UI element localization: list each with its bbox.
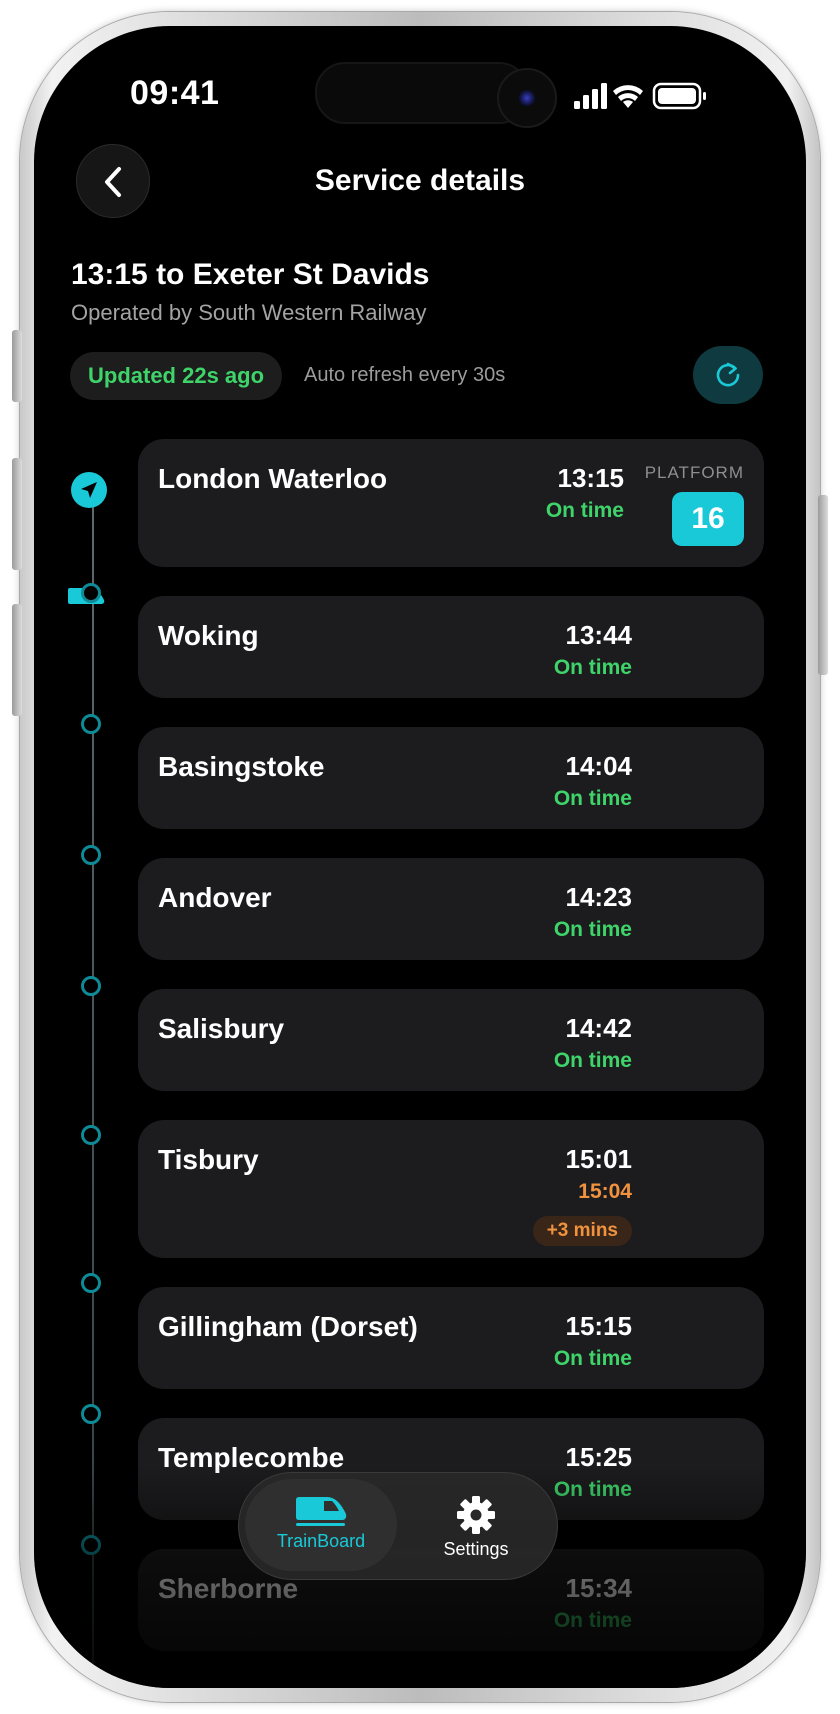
auto-refresh-text: Auto refresh every 30s <box>304 364 506 386</box>
battery-icon <box>652 82 706 110</box>
scheduled-time: 15:34 <box>565 1573 633 1603</box>
timeline-dot <box>81 583 101 603</box>
operator-text: Operated by South Western Railway <box>71 300 427 325</box>
stop-card-tisbury[interactable]: Tisbury 15:01 15:04 +3 mins <box>138 1120 764 1258</box>
timeline-dot <box>81 845 101 865</box>
stop-card-basingstoke[interactable]: Basingstoke 14:04 On time <box>138 727 764 829</box>
status-text: On time <box>553 1049 632 1072</box>
origin-node <box>71 472 107 508</box>
wifi-icon <box>613 85 643 108</box>
platform-label: PLATFORM <box>644 463 744 482</box>
train-icon <box>296 1497 347 1526</box>
delay-badge: +3 mins <box>532 1216 632 1246</box>
station-name: Woking <box>158 620 259 651</box>
action-button <box>12 330 22 402</box>
timeline-dot <box>81 976 101 996</box>
station-name: Basingstoke <box>158 751 325 782</box>
station-name: London Waterloo <box>158 463 388 494</box>
scheduled-time: 15:01 <box>565 1144 633 1174</box>
stop-card-london-waterloo[interactable]: London Waterloo 13:15 On time PLATFORM 1… <box>138 439 764 567</box>
expected-time: 15:04 <box>578 1180 632 1203</box>
stop-card-salisbury[interactable]: Salisbury 14:42 On time <box>138 989 764 1091</box>
timeline-dot <box>81 1125 101 1145</box>
status-text: On time <box>553 656 632 679</box>
station-name: Tisbury <box>158 1144 259 1175</box>
status-text: On time <box>553 1478 632 1501</box>
tab-label: TrainBoard <box>276 1531 366 1551</box>
station-name: Salisbury <box>158 1013 285 1044</box>
camera <box>497 68 557 128</box>
status-text: On time <box>545 499 624 522</box>
station-name: Templecombe <box>158 1442 345 1473</box>
scheduled-time: 14:23 <box>565 882 633 912</box>
screen: 09:41 Service details 13:15 to Exeter St… <box>34 26 806 1688</box>
status-icons <box>574 82 706 110</box>
station-name: Gillingham (Dorset) <box>158 1311 418 1342</box>
scheduled-time: 15:15 <box>565 1311 633 1341</box>
status-text: On time <box>553 1609 632 1632</box>
timeline-dot <box>81 714 101 734</box>
tab-settings[interactable]: Settings <box>403 1479 549 1571</box>
volume-up-button <box>12 458 22 570</box>
refresh-button[interactable] <box>693 346 763 404</box>
scheduled-time: 13:15 <box>557 463 625 493</box>
scheduled-time: 13:44 <box>565 620 633 650</box>
volume-down-button <box>12 604 22 716</box>
timeline-dot <box>81 1273 101 1293</box>
status-text: On time <box>553 1347 632 1370</box>
navigation-arrow-icon <box>81 482 97 498</box>
page-title: Service details <box>314 164 526 197</box>
tab-bar: TrainBoard Settings <box>238 1472 558 1580</box>
gear-icon <box>457 1496 495 1534</box>
status-text: On time <box>553 918 632 941</box>
timeline-dot <box>81 1404 101 1424</box>
tab-label: Settings <box>443 1539 509 1559</box>
status-time: 09:41 <box>130 74 220 112</box>
timeline-line <box>92 494 94 1688</box>
stop-card-gillingham[interactable]: Gillingham (Dorset) 15:15 On time <box>138 1287 764 1389</box>
side-button <box>818 495 828 675</box>
service-title: 13:15 to Exeter St Davids <box>71 258 430 291</box>
stop-card-woking[interactable]: Woking 13:44 On time <box>138 596 764 698</box>
scheduled-time: 15:25 <box>565 1442 633 1472</box>
status-text: On time <box>553 787 632 810</box>
updated-badge: Updated 22s ago <box>70 352 283 400</box>
station-name: Andover <box>158 882 272 913</box>
platform-badge: 16 <box>672 492 744 546</box>
stop-card-andover[interactable]: Andover 14:23 On time <box>138 858 764 960</box>
cellular-signal-icon <box>574 83 607 109</box>
tab-trainboard[interactable]: TrainBoard <box>245 1479 397 1571</box>
scheduled-time: 14:04 <box>565 751 633 781</box>
scheduled-time: 14:42 <box>565 1013 633 1043</box>
refresh-icon <box>716 362 740 387</box>
timeline-dot <box>81 1535 101 1555</box>
